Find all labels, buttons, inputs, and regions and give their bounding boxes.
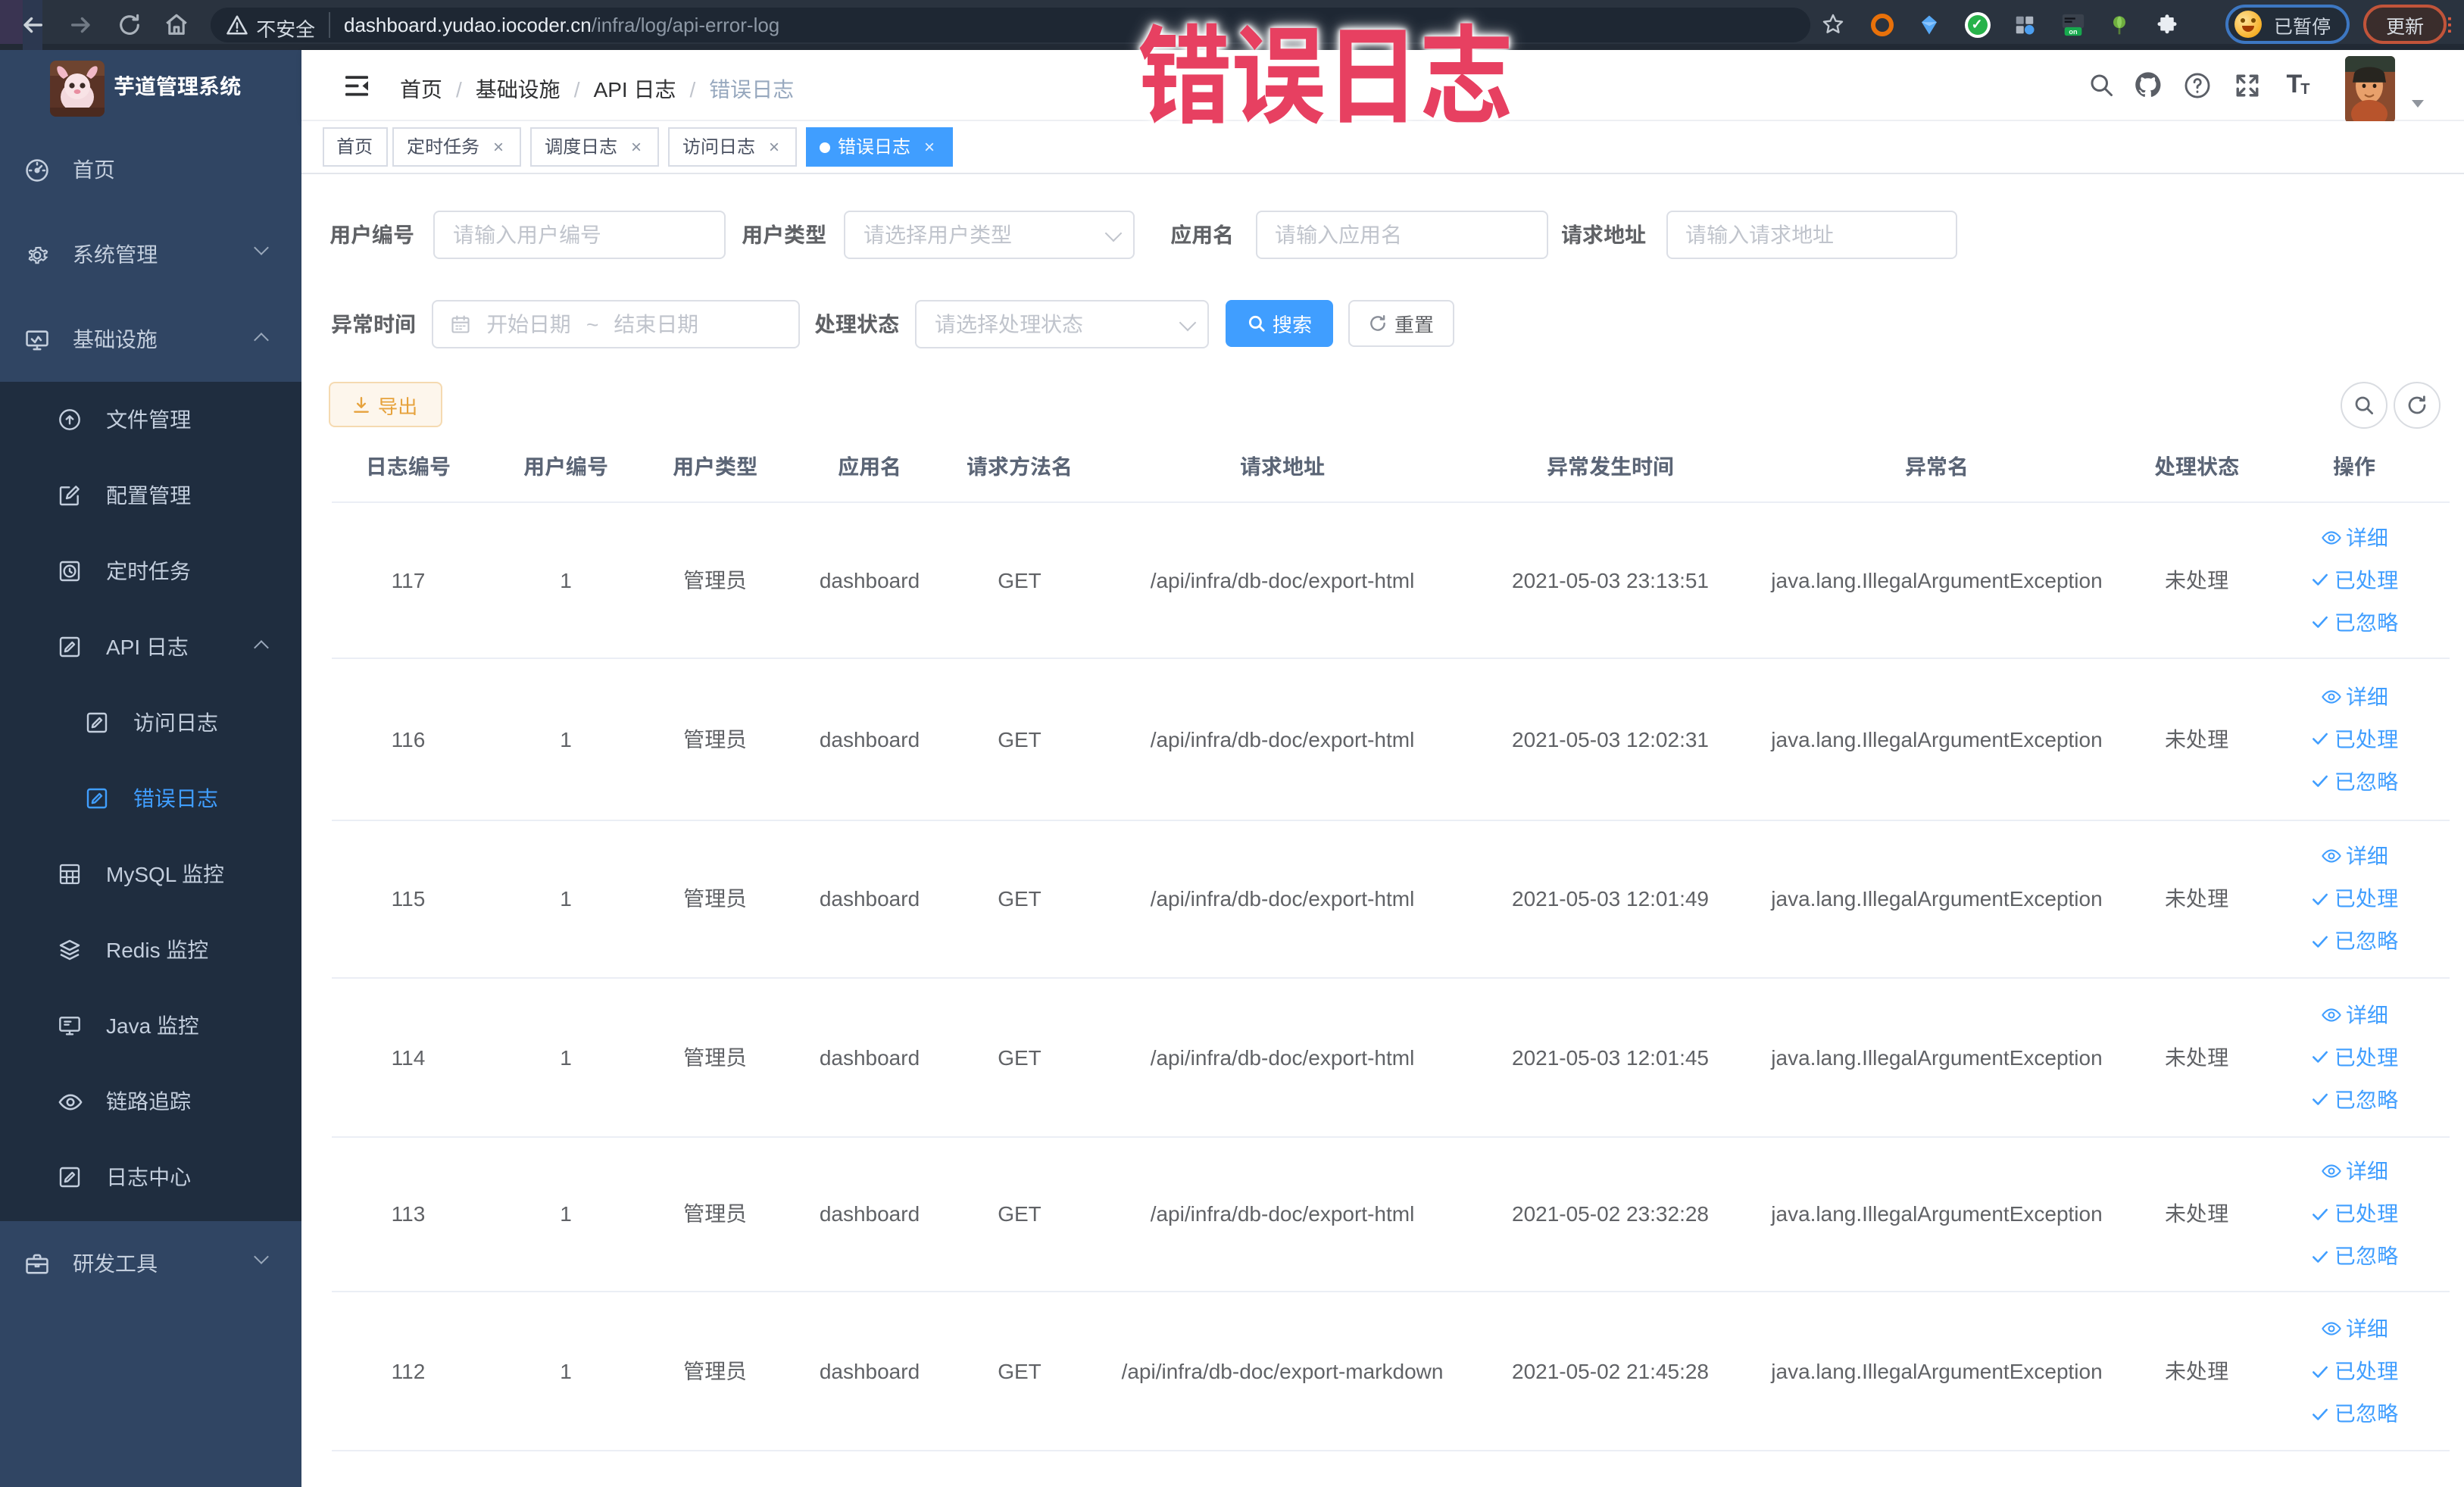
svg-text:on: on (2068, 28, 2077, 36)
